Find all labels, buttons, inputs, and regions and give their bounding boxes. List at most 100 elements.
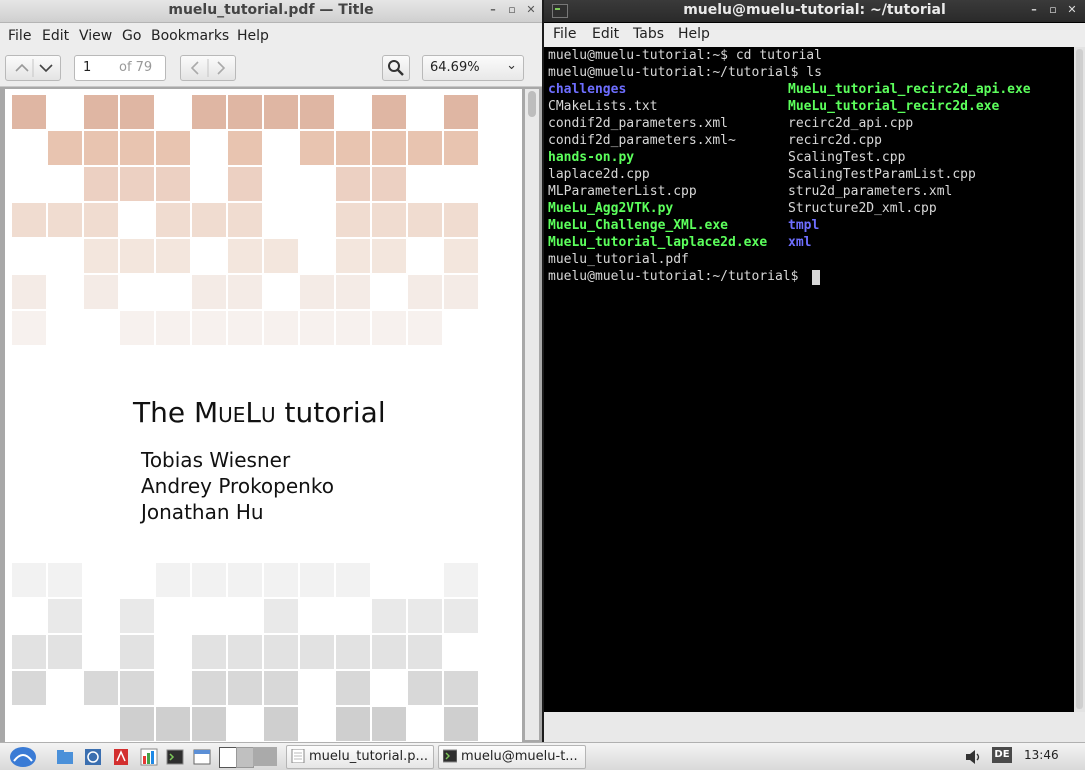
maximize-icon[interactable]: ▫ — [1047, 4, 1059, 16]
cover-tile — [372, 203, 406, 237]
pdf-menu-bar: File Edit View Go Bookmarks Help — [0, 23, 542, 49]
terminal-icon — [443, 749, 457, 763]
cover-tile — [120, 599, 154, 633]
document-author: Jonathan Hu — [141, 500, 264, 524]
cover-tile — [156, 311, 190, 345]
cover-tile — [48, 131, 82, 165]
terminal-scrollbar[interactable] — [1074, 47, 1085, 712]
cover-tile — [192, 95, 226, 129]
terminal-line: muelu@muelu-tutorial:~$ cd tutorial — [548, 48, 822, 63]
pdf-page: The MueLu tutorial Tobias Wiesner Andrey… — [5, 89, 522, 742]
menu-file[interactable]: File — [8, 28, 31, 44]
cover-tile — [264, 95, 298, 129]
workspace-1[interactable] — [219, 747, 237, 768]
network-icon[interactable] — [84, 748, 102, 766]
minimize-icon[interactable]: – — [487, 4, 499, 16]
workspace-switcher[interactable] — [219, 747, 277, 768]
back-forward-icons[interactable] — [181, 56, 235, 80]
window-icon[interactable] — [193, 748, 211, 766]
cover-tile — [12, 311, 46, 345]
cover-tile — [120, 239, 154, 273]
cover-tile — [336, 275, 370, 309]
cover-tile — [444, 599, 478, 633]
menu-tabs[interactable]: Tabs — [633, 26, 664, 42]
page-up-down-icons[interactable] — [6, 56, 60, 80]
taskbar-task-pdf[interactable]: muelu_tutorial.p... — [286, 745, 434, 769]
cover-tile — [264, 707, 298, 741]
start-menu-icon[interactable] — [8, 746, 38, 768]
cover-tile — [228, 311, 262, 345]
cover-tile — [228, 563, 262, 597]
cover-tile — [12, 275, 46, 309]
keyboard-layout-indicator[interactable]: DE — [992, 747, 1012, 763]
cover-tile — [228, 131, 262, 165]
terminal-title-bar[interactable]: muelu@muelu-tutorial: ~/tutorial – ▫ ✕ — [544, 0, 1085, 22]
spreadsheet-icon[interactable] — [140, 748, 158, 766]
document-author: Tobias Wiesner — [141, 448, 291, 472]
cover-tile — [84, 239, 118, 273]
cover-tile — [444, 239, 478, 273]
cover-tile — [444, 275, 478, 309]
cover-tile — [84, 167, 118, 201]
pdf-title-bar[interactable]: muelu_tutorial.pdf — Title – ▫ ✕ — [0, 0, 542, 23]
scrollbar-thumb[interactable] — [1076, 49, 1083, 709]
cover-tile — [228, 275, 262, 309]
cover-tile — [336, 131, 370, 165]
file-manager-icon[interactable] — [56, 748, 74, 766]
workspace-3[interactable] — [253, 747, 277, 766]
cover-tile — [156, 563, 190, 597]
ls-file: ScalingTestParamList.cpp — [788, 167, 976, 182]
cover-tile — [408, 635, 442, 669]
page-number-field[interactable]: 1 of 79 — [74, 55, 166, 81]
cover-tile — [372, 239, 406, 273]
ls-executable: MueLu_tutorial_laplace2d.exe — [548, 235, 768, 250]
cover-tile — [336, 239, 370, 273]
ls-directory: challenges — [548, 82, 627, 97]
cover-tile — [336, 167, 370, 201]
close-icon[interactable]: ✕ — [1066, 4, 1078, 16]
minimize-icon[interactable]: – — [1028, 4, 1040, 16]
cover-tile — [120, 311, 154, 345]
menu-edit[interactable]: Edit — [592, 26, 619, 42]
taskbar-task-terminal[interactable]: muelu@muelu-t... — [438, 745, 586, 769]
pdf-document-area[interactable]: The MueLu tutorial Tobias Wiesner Andrey… — [0, 87, 542, 742]
workspace-2[interactable] — [236, 747, 254, 768]
page-count: of 79 — [119, 60, 153, 75]
scrollbar-thumb[interactable] — [528, 91, 536, 117]
menu-bookmarks[interactable]: Bookmarks — [151, 28, 229, 44]
cover-tile — [12, 203, 46, 237]
maximize-icon[interactable]: ▫ — [506, 4, 518, 16]
ls-executable: MueLu_Agg2VTK.py — [548, 201, 674, 216]
menu-help[interactable]: Help — [678, 26, 710, 42]
cover-tile — [84, 275, 118, 309]
cover-tile — [444, 707, 478, 741]
terminal-output[interactable]: muelu@muelu-tutorial:~$ cd tutorial muel… — [544, 47, 1074, 712]
ls-file: condif2d_parameters.xml — [548, 116, 729, 131]
ls-file: Structure2D_xml.cpp — [788, 201, 937, 216]
pdf-window-title: muelu_tutorial.pdf — Title — [168, 2, 374, 18]
menu-go[interactable]: Go — [122, 28, 141, 44]
find-button[interactable] — [382, 55, 410, 81]
zoom-select[interactable]: 64.69% ⌄ — [422, 55, 524, 81]
pdf-vertical-scrollbar[interactable] — [525, 89, 539, 740]
cover-tile — [300, 275, 334, 309]
menu-file[interactable]: File — [553, 26, 576, 42]
clock[interactable]: 13:46 — [1024, 748, 1059, 762]
cover-tile — [12, 635, 46, 669]
pdf-reader-icon[interactable] — [112, 748, 130, 766]
cover-tile — [192, 203, 226, 237]
document-title: The MueLu tutorial — [133, 396, 386, 429]
volume-icon[interactable] — [964, 748, 982, 766]
cover-tile — [12, 671, 46, 705]
cover-tile — [228, 167, 262, 201]
terminal-launcher-icon[interactable] — [166, 748, 184, 766]
page-number[interactable]: 1 — [83, 60, 91, 75]
menu-help[interactable]: Help — [237, 28, 269, 44]
task-label: muelu@muelu-t... — [461, 749, 578, 764]
menu-edit[interactable]: Edit — [42, 28, 69, 44]
terminal-cursor — [812, 270, 820, 285]
search-icon — [388, 60, 404, 76]
close-icon[interactable]: ✕ — [525, 4, 537, 16]
menu-view[interactable]: View — [79, 28, 112, 44]
chevron-down-icon: ⌄ — [506, 58, 517, 73]
